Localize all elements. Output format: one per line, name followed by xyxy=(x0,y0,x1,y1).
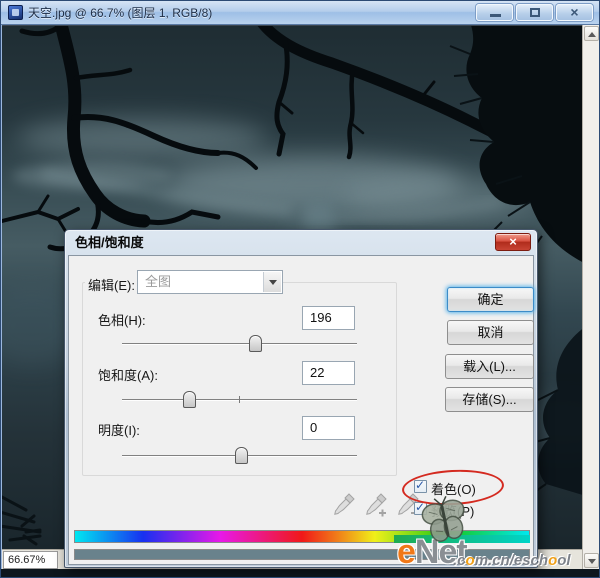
arrow-down-icon xyxy=(588,559,596,564)
lightness-input[interactable]: 0 xyxy=(302,416,355,440)
close-icon: × xyxy=(557,4,592,21)
ok-button[interactable]: 确定 xyxy=(447,287,534,312)
eyedropper-icon[interactable] xyxy=(333,491,357,519)
edit-label: 编辑(E): xyxy=(85,275,138,294)
edit-channel-dropdown[interactable]: 全图 xyxy=(137,270,283,294)
watermark-url-part: ol xyxy=(557,552,570,569)
hue-slider-track xyxy=(122,343,357,344)
zoom-level-field[interactable]: 66.67% xyxy=(3,551,58,569)
maximize-icon xyxy=(530,8,540,17)
dropdown-button[interactable] xyxy=(263,272,281,292)
watermark-url-part: o xyxy=(548,552,557,569)
hue-input[interactable]: 196 xyxy=(302,306,355,330)
maximize-button[interactable] xyxy=(516,4,553,21)
scroll-down-button[interactable] xyxy=(584,553,599,568)
cancel-button[interactable]: 取消 xyxy=(447,320,534,345)
lightness-slider-thumb[interactable] xyxy=(235,447,248,464)
minimize-button[interactable] xyxy=(476,4,513,21)
saturation-slider[interactable] xyxy=(122,390,357,408)
window-title: 天空.jpg @ 66.7% (图层 1, RGB/8) xyxy=(28,1,212,25)
watermark-url-part: .c xyxy=(453,552,466,569)
save-button[interactable]: 存储(S)... xyxy=(445,387,534,412)
chevron-down-icon xyxy=(269,280,277,285)
hue-slider[interactable] xyxy=(122,334,357,352)
hue-slider-thumb[interactable] xyxy=(249,335,262,352)
lightness-slider[interactable] xyxy=(122,446,357,464)
watermark-url-part: m.cn/esch xyxy=(475,552,548,569)
close-window-button[interactable]: × xyxy=(556,4,593,21)
window-bottom-frame xyxy=(1,569,600,578)
watermark-url-part: o xyxy=(466,552,475,569)
watermark-url: .com.cn/eschool xyxy=(453,552,571,569)
window-titlebar[interactable]: 天空.jpg @ 66.7% (图层 1, RGB/8) × xyxy=(1,1,600,25)
lightness-label: 明度(I): xyxy=(95,420,143,439)
photoshop-file-icon xyxy=(8,5,23,20)
vertical-scrollbar[interactable] xyxy=(582,25,599,569)
dialog-close-button[interactable]: × xyxy=(495,233,531,251)
butterfly-icon xyxy=(421,495,469,547)
hue-label: 色相(H): xyxy=(95,310,149,329)
saturation-label: 饱和度(A): xyxy=(95,365,161,384)
saturation-slider-thumb[interactable] xyxy=(183,391,196,408)
minimize-icon xyxy=(490,14,501,17)
dialog-title[interactable]: 色相/饱和度 xyxy=(65,230,537,255)
arrow-up-icon xyxy=(588,32,596,37)
scroll-up-button[interactable] xyxy=(584,26,599,41)
edit-channel-value: 全图 xyxy=(145,271,171,293)
window-controls: × xyxy=(476,4,593,21)
photoshop-document-window: 天空.jpg @ 66.7% (图层 1, RGB/8) × xyxy=(0,0,600,578)
saturation-input[interactable]: 22 xyxy=(302,361,355,385)
eyedropper-plus-icon[interactable] xyxy=(365,491,389,519)
watermark-e: e xyxy=(397,533,415,571)
close-icon: × xyxy=(509,234,517,249)
load-button[interactable]: 载入(L)... xyxy=(445,354,534,379)
slider-center-tick xyxy=(239,396,240,403)
